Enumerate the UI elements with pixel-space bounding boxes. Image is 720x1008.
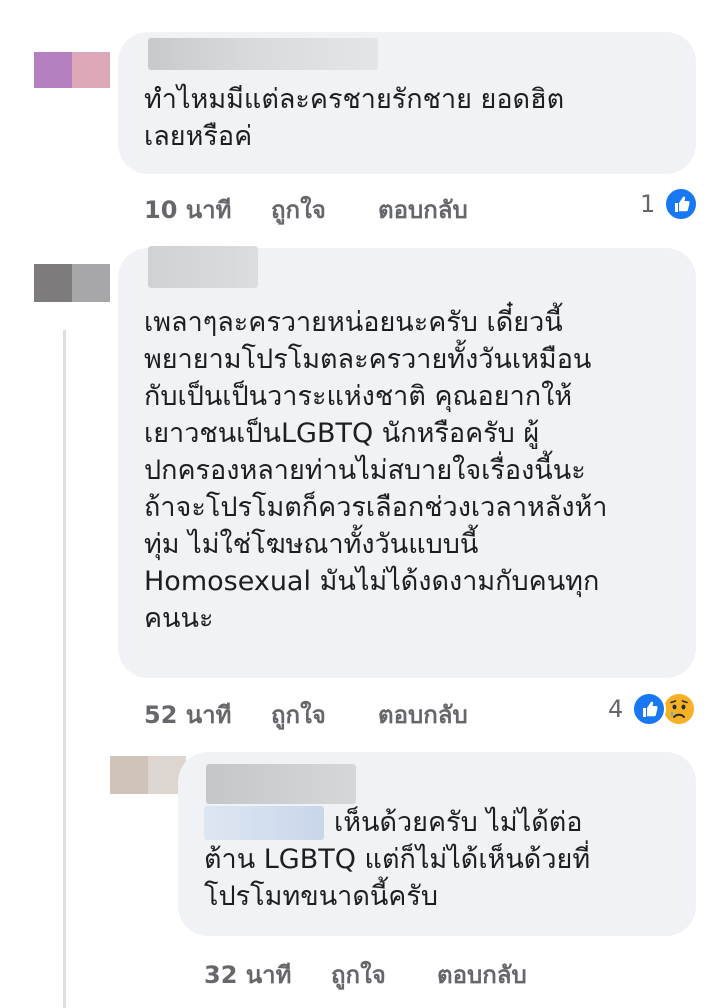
reaction-count[interactable]: 4 [608,695,623,723]
avatar[interactable] [34,52,110,88]
like-button[interactable]: ถูกใจ [271,190,326,229]
reply-timestamp[interactable]: 32 นาที [204,955,291,994]
comment-text: เพลาๆละครวายหน่อยนะครับ เดี๋ยวนี้ พยายาม… [144,307,608,634]
thread-line [63,330,66,750]
comment-timestamp[interactable]: 52 นาที [144,695,231,734]
sad-icon [662,692,696,726]
reaction-count[interactable]: 1 [640,190,655,218]
reply-button[interactable]: ตอบกลับ [437,955,527,994]
reply-button[interactable]: ตอบกลับ [378,190,468,229]
commenter-name[interactable] [148,246,258,288]
like-icon [632,692,666,726]
reply-actions: 32 นาที ถูกใจ ตอบกลับ [0,955,720,989]
commenter-name[interactable] [206,764,356,804]
like-icon [664,187,698,221]
avatar[interactable] [110,756,186,794]
comment-actions: 10 นาที ถูกใจ ตอบกลับ [0,190,720,224]
avatar[interactable] [34,264,110,302]
like-button[interactable]: ถูกใจ [271,695,326,734]
reply-text: ต้าน LGBTQ แต่ก็ไม่ได้เห็นด้วยที่ โปรโมท… [204,844,591,912]
reply-text-first-line: เห็นด้วยครับ ไม่ได้ต่อ [334,807,583,838]
comment-text: ทำไหมมีแต่ละครชายรักชาย ยอดฮิต เลยหรือค่ [144,84,565,152]
mention-tag[interactable] [204,806,324,840]
comment-timestamp[interactable]: 10 นาที [144,190,231,229]
reply-button[interactable]: ตอบกลับ [378,695,468,734]
commenter-name[interactable] [148,38,378,70]
like-button[interactable]: ถูกใจ [331,955,386,994]
